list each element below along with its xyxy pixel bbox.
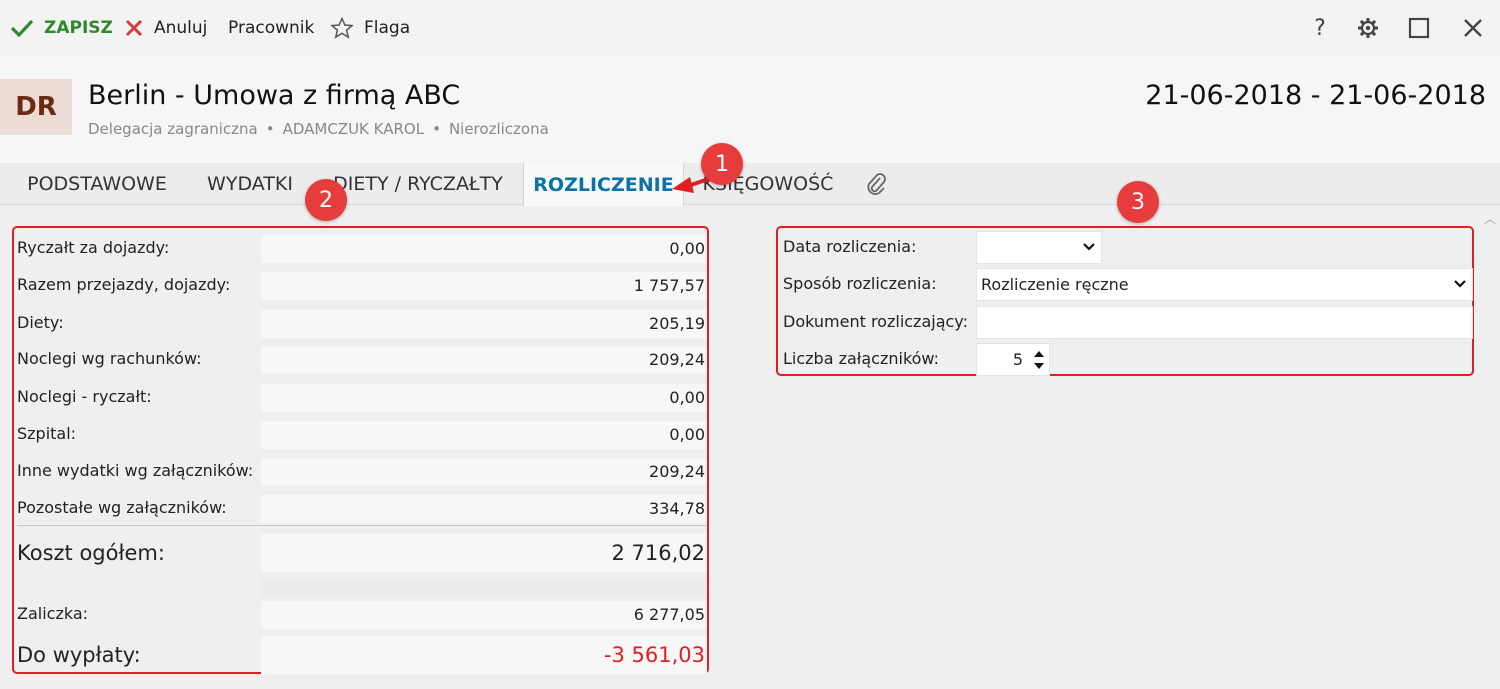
summary-row-accommodation-lump-sum: Noclegi - ryczałt: 0,00 xyxy=(17,382,707,412)
tab-bar: PODSTAWOWE WYDATKI DIETY / RYCZAŁTY ROZL… xyxy=(0,163,1500,206)
summary-value: 0,00 xyxy=(261,421,707,449)
summary-label: Noclegi wg rachunków: xyxy=(17,349,202,368)
summary-value: 209,24 xyxy=(261,346,707,374)
callout-badge-2: 2 xyxy=(305,179,347,221)
summary-label: Noclegi - ryczałt: xyxy=(17,387,152,406)
summary-row-hospital: Szpital: 0,00 xyxy=(17,419,707,449)
settlement-date-dropdown[interactable] xyxy=(976,231,1102,264)
settlement-form-panel: Data rozliczenia: Sposób rozliczenia: Ro… xyxy=(776,226,1474,376)
callout-badge-3: 3 xyxy=(1117,181,1159,223)
close-icon xyxy=(1464,19,1482,37)
summary-value: 209,24 xyxy=(261,458,707,486)
page-title: Berlin - Umowa z firmą ABC xyxy=(88,80,461,111)
payout-value: -3 561,03 xyxy=(261,636,707,674)
cancel-button[interactable]: Anuluj xyxy=(124,16,207,40)
cancel-label: Anuluj xyxy=(154,18,208,38)
settlement-method-select[interactable]: Rozliczenie ręczne xyxy=(976,268,1473,301)
maximize-button[interactable] xyxy=(1405,14,1433,42)
attachments-count-row: Liczba załączników: 5 xyxy=(783,343,1473,376)
record-header: DR Berlin - Umowa z firmą ABC Delegacja … xyxy=(0,56,1500,163)
settings-button[interactable] xyxy=(1354,14,1382,42)
summary-row-transport-total: Razem przejazdy, dojazdy: 1 757,57 xyxy=(17,270,707,300)
total-cost-label: Koszt ogółem: xyxy=(17,541,165,565)
settlement-document-row: Dokument rozliczający: xyxy=(783,306,1473,339)
summary-label: Pozostałe wg załączników: xyxy=(17,498,227,517)
flag-button[interactable]: Flaga xyxy=(330,16,410,40)
attachments-count-stepper[interactable]: 5 xyxy=(976,343,1050,376)
tab-wydatki[interactable]: WYDATKI xyxy=(190,163,310,205)
close-x-icon xyxy=(125,19,143,37)
summary-row-advance: Zaliczka: 6 277,05 xyxy=(17,599,707,629)
settlement-method-row: Sposób rozliczenia: Rozliczenie ręczne xyxy=(783,268,1473,301)
summary-row-remaining: Pozostałe wg załączników: 334,78 xyxy=(17,493,707,523)
summary-row-accommodation-receipts: Noclegi wg rachunków: 209,24 xyxy=(17,344,707,374)
separator-dot: • xyxy=(432,120,441,138)
summary-label: Ryczałt za dojazdy: xyxy=(17,238,170,257)
stepper-arrows-icon[interactable] xyxy=(1031,346,1047,374)
summary-value: 0,00 xyxy=(261,384,707,412)
save-label: ZAPISZ xyxy=(44,18,113,38)
payout-label: Do wypłaty: xyxy=(17,643,141,667)
chevron-down-icon xyxy=(1083,232,1095,263)
summary-value: 205,19 xyxy=(261,310,707,338)
settlement-date-row: Data rozliczenia: xyxy=(783,231,1473,264)
summary-row-per-diem: Diety: 205,19 xyxy=(17,308,707,338)
record-type: Delegacja zagraniczna xyxy=(88,120,258,138)
settlement-method-label: Sposób rozliczenia: xyxy=(783,274,937,293)
flag-label: Flaga xyxy=(364,18,411,38)
tab-rozliczenie[interactable]: ROZLICZENIE xyxy=(523,163,684,206)
scroll-up-icon[interactable]: ︿ xyxy=(1484,210,1496,227)
checkmark-icon xyxy=(10,19,34,38)
summary-row-payout: Do wypłaty: -3 561,03 xyxy=(17,636,707,674)
tab-podstawowe[interactable]: PODSTAWOWE xyxy=(10,163,184,205)
summary-row-total-cost: Koszt ogółem: 2 716,02 xyxy=(17,534,707,572)
record-subtitle: Delegacja zagraniczna • ADAMCZUK KAROL • Nie… xyxy=(88,120,549,138)
date-range: 21-06-2018 - 21-06-2018 xyxy=(1145,80,1486,111)
settlement-method-value: Rozliczenie ręczne xyxy=(981,275,1129,294)
avatar: DR xyxy=(0,79,72,135)
summary-value: 0,00 xyxy=(261,235,707,263)
gear-icon xyxy=(1358,18,1378,38)
summary-value: 1 757,57 xyxy=(261,272,707,300)
summary-label: Szpital: xyxy=(17,424,77,443)
advance-value: 6 277,05 xyxy=(261,601,707,629)
settlement-summary-panel: Ryczałt za dojazdy: 0,00 Razem przejazdy… xyxy=(12,226,709,674)
summary-label: Inne wydatki wg załączników: xyxy=(17,461,254,480)
settlement-date-label: Data rozliczenia: xyxy=(783,237,917,256)
summary-label: Diety: xyxy=(17,313,64,332)
summary-row-other-expenses: Inne wydatki wg załączników: 209,24 xyxy=(17,456,707,486)
worker-button[interactable]: Pracownik xyxy=(228,16,314,40)
star-icon xyxy=(330,17,354,39)
tab-attachments[interactable] xyxy=(856,163,896,205)
worker-label: Pracownik xyxy=(228,18,315,38)
attachments-count-label: Liczba załączników: xyxy=(783,349,940,368)
maximize-icon xyxy=(1408,17,1430,39)
advance-label: Zaliczka: xyxy=(17,604,89,623)
help-button[interactable]: ? xyxy=(1306,14,1334,42)
summary-value: 334,78 xyxy=(261,495,707,523)
settlement-status: Nierozliczona xyxy=(448,120,549,138)
settlement-document-label: Dokument rozliczający: xyxy=(783,312,968,331)
spacer xyxy=(261,578,707,598)
total-cost-value: 2 716,02 xyxy=(261,534,707,572)
separator-dot: • xyxy=(265,120,275,138)
settlement-document-input[interactable] xyxy=(976,306,1473,339)
summary-label: Razem przejazdy, dojazdy: xyxy=(17,275,231,294)
toolbar: ZAPISZ Anuluj Pracownik Flaga ? xyxy=(0,0,1500,56)
help-icon: ? xyxy=(1314,15,1326,41)
summary-row-travel-lump-sum: Ryczałt za dojazdy: 0,00 xyxy=(17,233,707,263)
divider xyxy=(17,525,707,526)
callout-badge-1: 1 xyxy=(701,143,743,185)
attachments-count-value: 5 xyxy=(1012,350,1023,369)
close-button[interactable] xyxy=(1459,14,1487,42)
employee-name: ADAMCZUK KAROL xyxy=(282,120,425,138)
paperclip-icon xyxy=(867,173,886,195)
chevron-down-icon xyxy=(1454,269,1466,300)
save-button[interactable]: ZAPISZ xyxy=(10,16,113,40)
